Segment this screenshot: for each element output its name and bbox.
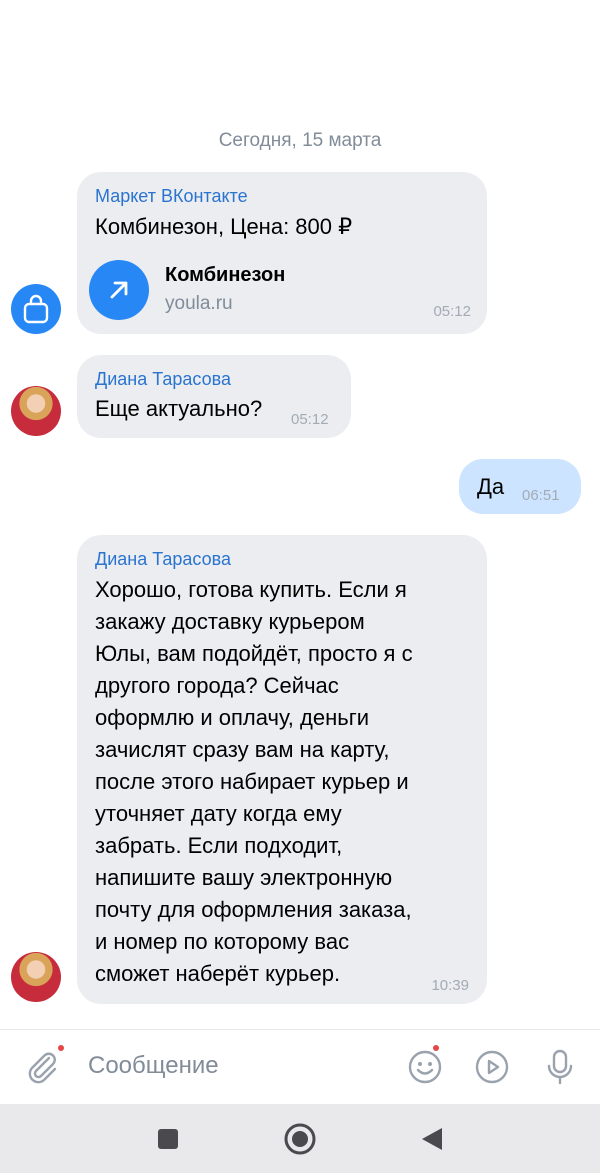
home-button[interactable]	[282, 1121, 318, 1157]
sender-name[interactable]: Диана Тарасова	[95, 369, 231, 390]
message-text: Да	[477, 474, 505, 499]
message-time: 05:12	[433, 303, 471, 320]
sender-name[interactable]: Маркет ВКонтакте	[95, 186, 248, 207]
attach-button[interactable]	[22, 1043, 66, 1087]
avatar-diana[interactable]	[11, 386, 61, 436]
avatar-diana[interactable]	[11, 952, 61, 1002]
message-composer: Сообщение	[0, 1029, 600, 1104]
message-line: уточняет дату когда ему	[95, 801, 342, 826]
microphone-button[interactable]	[540, 1047, 580, 1087]
emoji-icon	[408, 1050, 442, 1084]
message-line: другого города? Сейчас	[95, 673, 339, 698]
message-line: почту для оформления заказа,	[95, 897, 412, 922]
link-title: Комбинезон	[165, 264, 286, 286]
message-line: напишите вашу электронную	[95, 865, 393, 890]
message-time: 06:51	[522, 487, 560, 504]
recents-button[interactable]	[150, 1121, 186, 1157]
arrow-up-right-icon	[110, 281, 128, 299]
message-time: 10:39	[431, 977, 469, 994]
message-line: после этого набирает курьер и	[95, 769, 409, 794]
message-line: зачислят сразу вам на карту,	[95, 737, 390, 762]
link-circle	[89, 260, 149, 320]
notification-dot	[56, 1043, 66, 1053]
play-button[interactable]	[472, 1047, 512, 1087]
message-bubble-incoming[interactable]: Диана Тарасова Хорошо, готова купить. Ес…	[77, 535, 487, 1004]
message-line: оформлю и оплачу, деньги	[95, 705, 370, 730]
message-text: Комбинезон, Цена: 800 ₽	[95, 214, 353, 239]
message-line: сможет наберёт курьер.	[95, 961, 341, 986]
emoji-button[interactable]	[405, 1043, 445, 1087]
sender-name[interactable]: Диана Тарасова	[95, 549, 231, 570]
message-line: и номер по которому вас	[95, 929, 350, 954]
home-circle-icon	[284, 1123, 316, 1155]
message-bubble-incoming[interactable]: Диана Тарасова Еще актуально? 05:12	[77, 355, 351, 438]
message-line: забрать. Если подходит,	[95, 833, 343, 858]
notification-dot	[431, 1043, 441, 1053]
link-domain: youla.ru	[165, 293, 233, 314]
system-nav-bar	[0, 1104, 600, 1173]
date-separator: Сегодня, 15 марта	[218, 130, 382, 151]
back-button[interactable]	[414, 1121, 450, 1157]
message-text: Хорошо, готова купить. Если я закажу дос…	[95, 574, 413, 990]
back-triangle-icon	[422, 1128, 442, 1150]
message-time: 05:12	[291, 411, 329, 428]
message-line: Юлы, вам подойдёт, просто я с	[95, 641, 413, 666]
message-bubble-outgoing[interactable]: Да 06:51	[459, 459, 581, 514]
message-line: Хорошо, готова купить. Если я	[95, 577, 407, 602]
message-text: Еще актуально?	[95, 396, 263, 421]
avatar-market[interactable]	[11, 284, 61, 334]
link-attachment[interactable]: Комбинезон youla.ru	[89, 258, 409, 320]
recents-square-icon	[158, 1129, 178, 1149]
microphone-icon	[547, 1049, 573, 1085]
shopping-bag-icon	[23, 294, 49, 324]
message-line: закажу доставку курьером	[95, 609, 365, 634]
message-input[interactable]: Сообщение	[88, 1052, 219, 1080]
message-bubble-market[interactable]: Маркет ВКонтакте Комбинезон, Цена: 800 ₽…	[77, 172, 487, 334]
play-circle-icon	[475, 1050, 509, 1084]
paperclip-icon	[28, 1052, 57, 1084]
